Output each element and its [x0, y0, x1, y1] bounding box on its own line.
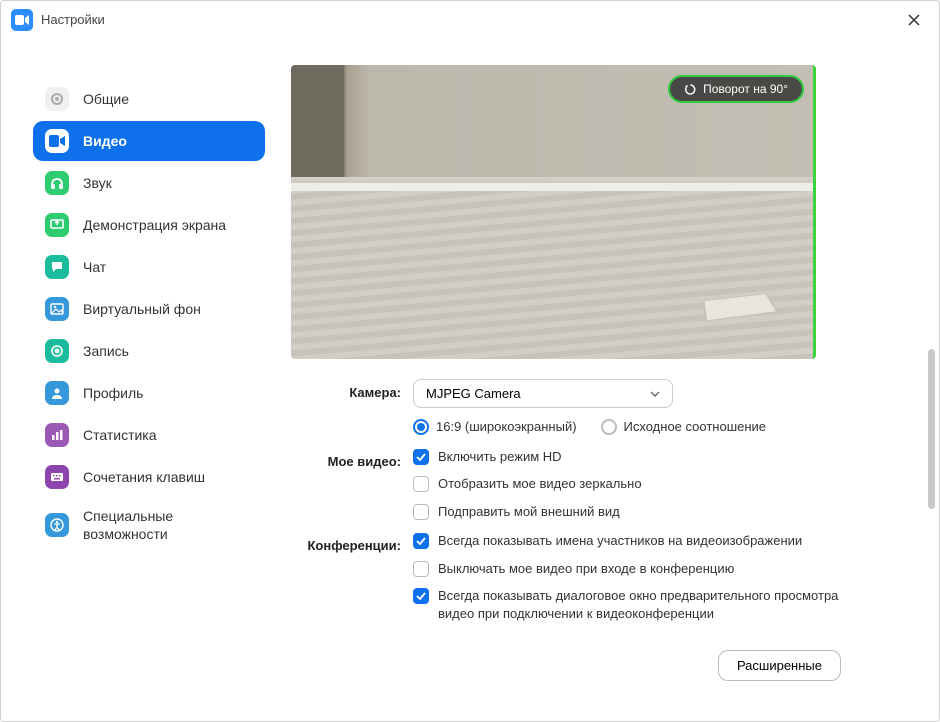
sidebar-item-recording[interactable]: Запись [33, 331, 265, 371]
checkbox-icon [413, 449, 429, 465]
video-icon [45, 129, 69, 153]
checkbox-icon [413, 504, 429, 520]
scrollbar[interactable] [928, 349, 935, 509]
sidebar-item-video[interactable]: Видео [33, 121, 265, 161]
close-button[interactable] [899, 5, 929, 35]
myvideo-row: Мое видео: Включить режим HD Отобразить … [291, 448, 851, 521]
app-icon [11, 9, 33, 31]
mirror-label: Отобразить мое видео зеркально [438, 475, 642, 493]
main-content: Поворот на 90° Камера: MJPEG Camera [281, 39, 939, 721]
meeting-row: Конференции: Всегда показывать имена уча… [291, 532, 851, 622]
rotate-icon [684, 83, 697, 96]
mute-video-label: Выключать мое видео при входе в конферен… [438, 560, 734, 578]
sidebar-item-accessibility[interactable]: Специальные возможности [33, 499, 265, 551]
mirror-checkbox[interactable]: Отобразить мое видео зеркально [413, 475, 851, 493]
accessibility-icon [45, 513, 69, 537]
advanced-button[interactable]: Расширенные [718, 650, 841, 681]
radio-icon [413, 419, 429, 435]
keyboard-icon [45, 465, 69, 489]
sidebar-item-audio[interactable]: Звук [33, 163, 265, 203]
show-names-label: Всегда показывать имена участников на ви… [438, 532, 802, 550]
sidebar-item-label: Профиль [83, 384, 143, 402]
sidebar-item-label: Демонстрация экрана [83, 216, 226, 234]
sidebar-item-shortcuts[interactable]: Сочетания клавиш [33, 457, 265, 497]
sidebar-item-share[interactable]: Демонстрация экрана [33, 205, 265, 245]
camera-select[interactable]: MJPEG Camera [413, 379, 673, 408]
sidebar-item-chat[interactable]: Чат [33, 247, 265, 287]
ratio-wide-radio[interactable]: 16:9 (широкоэкранный) [413, 418, 577, 436]
sidebar-item-label: Звук [83, 174, 112, 192]
camera-label: Камера: [291, 379, 401, 400]
checkbox-icon [413, 561, 429, 577]
chat-icon [45, 255, 69, 279]
record-icon [45, 339, 69, 363]
camera-row: Камера: MJPEG Camera 16:9 (широкоэкранны… [291, 379, 851, 436]
camera-value: MJPEG Camera [426, 386, 521, 401]
checkbox-icon [413, 588, 429, 604]
sidebar-item-virtual-bg[interactable]: Виртуальный фон [33, 289, 265, 329]
screen-share-icon [45, 213, 69, 237]
settings-form: Камера: MJPEG Camera 16:9 (широкоэкранны… [291, 379, 851, 681]
image-icon [45, 297, 69, 321]
sidebar-item-label: Видео [83, 132, 127, 150]
hd-label: Включить режим HD [438, 448, 562, 466]
radio-icon [601, 419, 617, 435]
preview-dialog-label: Всегда показывать диалоговое окно предва… [438, 587, 851, 622]
myvideo-label: Мое видео: [291, 448, 401, 469]
sidebar-item-label: Статистика [83, 426, 157, 444]
touch-up-checkbox[interactable]: Подправить мой внешний вид [413, 503, 851, 521]
settings-window: Настройки Общие Видео Звук Демонстрация … [0, 0, 940, 722]
checkbox-icon [413, 476, 429, 492]
ratio-original-radio[interactable]: Исходное соотношение [601, 418, 767, 436]
titlebar: Настройки [1, 1, 939, 39]
mute-video-checkbox[interactable]: Выключать мое видео при входе в конферен… [413, 560, 851, 578]
hd-checkbox[interactable]: Включить режим HD [413, 448, 851, 466]
window-body: Общие Видео Звук Демонстрация экрана Чат… [1, 39, 939, 721]
gear-icon [45, 87, 69, 111]
sidebar-item-label: Чат [83, 258, 106, 276]
ratio-wide-label: 16:9 (широкоэкранный) [436, 418, 577, 436]
ratio-original-label: Исходное соотношение [624, 418, 767, 436]
touch-up-label: Подправить мой внешний вид [438, 503, 620, 521]
show-names-checkbox[interactable]: Всегда показывать имена участников на ви… [413, 532, 851, 550]
headphones-icon [45, 171, 69, 195]
preview-dialog-checkbox[interactable]: Всегда показывать диалоговое окно предва… [413, 587, 851, 622]
video-preview: Поворот на 90° [291, 65, 816, 359]
close-icon [908, 14, 920, 26]
sidebar-item-statistics[interactable]: Статистика [33, 415, 265, 455]
sidebar-item-label: Общие [83, 90, 129, 108]
sidebar-item-label: Виртуальный фон [83, 300, 201, 318]
sidebar-item-label: Сочетания клавиш [83, 468, 205, 486]
sidebar-item-label: Запись [83, 342, 129, 360]
sidebar: Общие Видео Звук Демонстрация экрана Чат… [1, 39, 281, 721]
window-title: Настройки [41, 12, 899, 27]
person-icon [45, 381, 69, 405]
rotate-90-button[interactable]: Поворот на 90° [668, 75, 804, 103]
sidebar-item-profile[interactable]: Профиль [33, 373, 265, 413]
meeting-label: Конференции: [291, 532, 401, 553]
sidebar-item-label: Специальные возможности [83, 507, 253, 543]
rotate-label: Поворот на 90° [703, 82, 788, 96]
sidebar-item-general[interactable]: Общие [33, 79, 265, 119]
checkbox-icon [413, 533, 429, 549]
chevron-down-icon [650, 391, 660, 397]
chart-icon [45, 423, 69, 447]
